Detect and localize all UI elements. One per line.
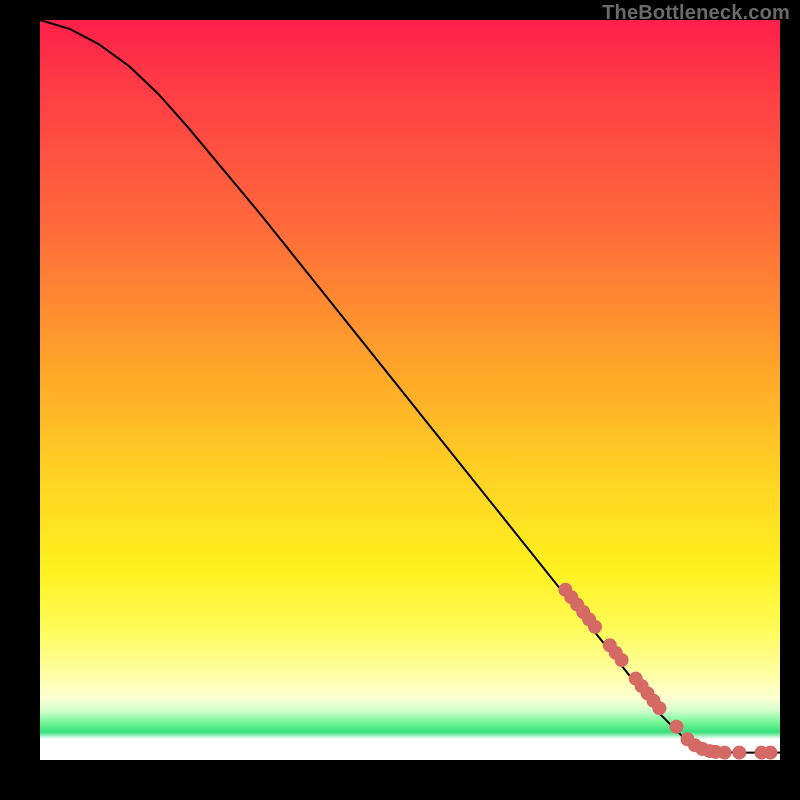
data-point [732, 746, 746, 760]
chart-stage: TheBottleneck.com [0, 0, 800, 800]
plot-area [40, 20, 780, 760]
chart-svg [40, 20, 780, 760]
data-point [615, 653, 629, 667]
scatter-points [558, 583, 777, 760]
data-point [652, 701, 666, 715]
main-curve [40, 20, 780, 753]
data-point [669, 720, 683, 734]
data-point [588, 620, 602, 634]
data-point [763, 746, 777, 760]
data-point [718, 746, 732, 760]
